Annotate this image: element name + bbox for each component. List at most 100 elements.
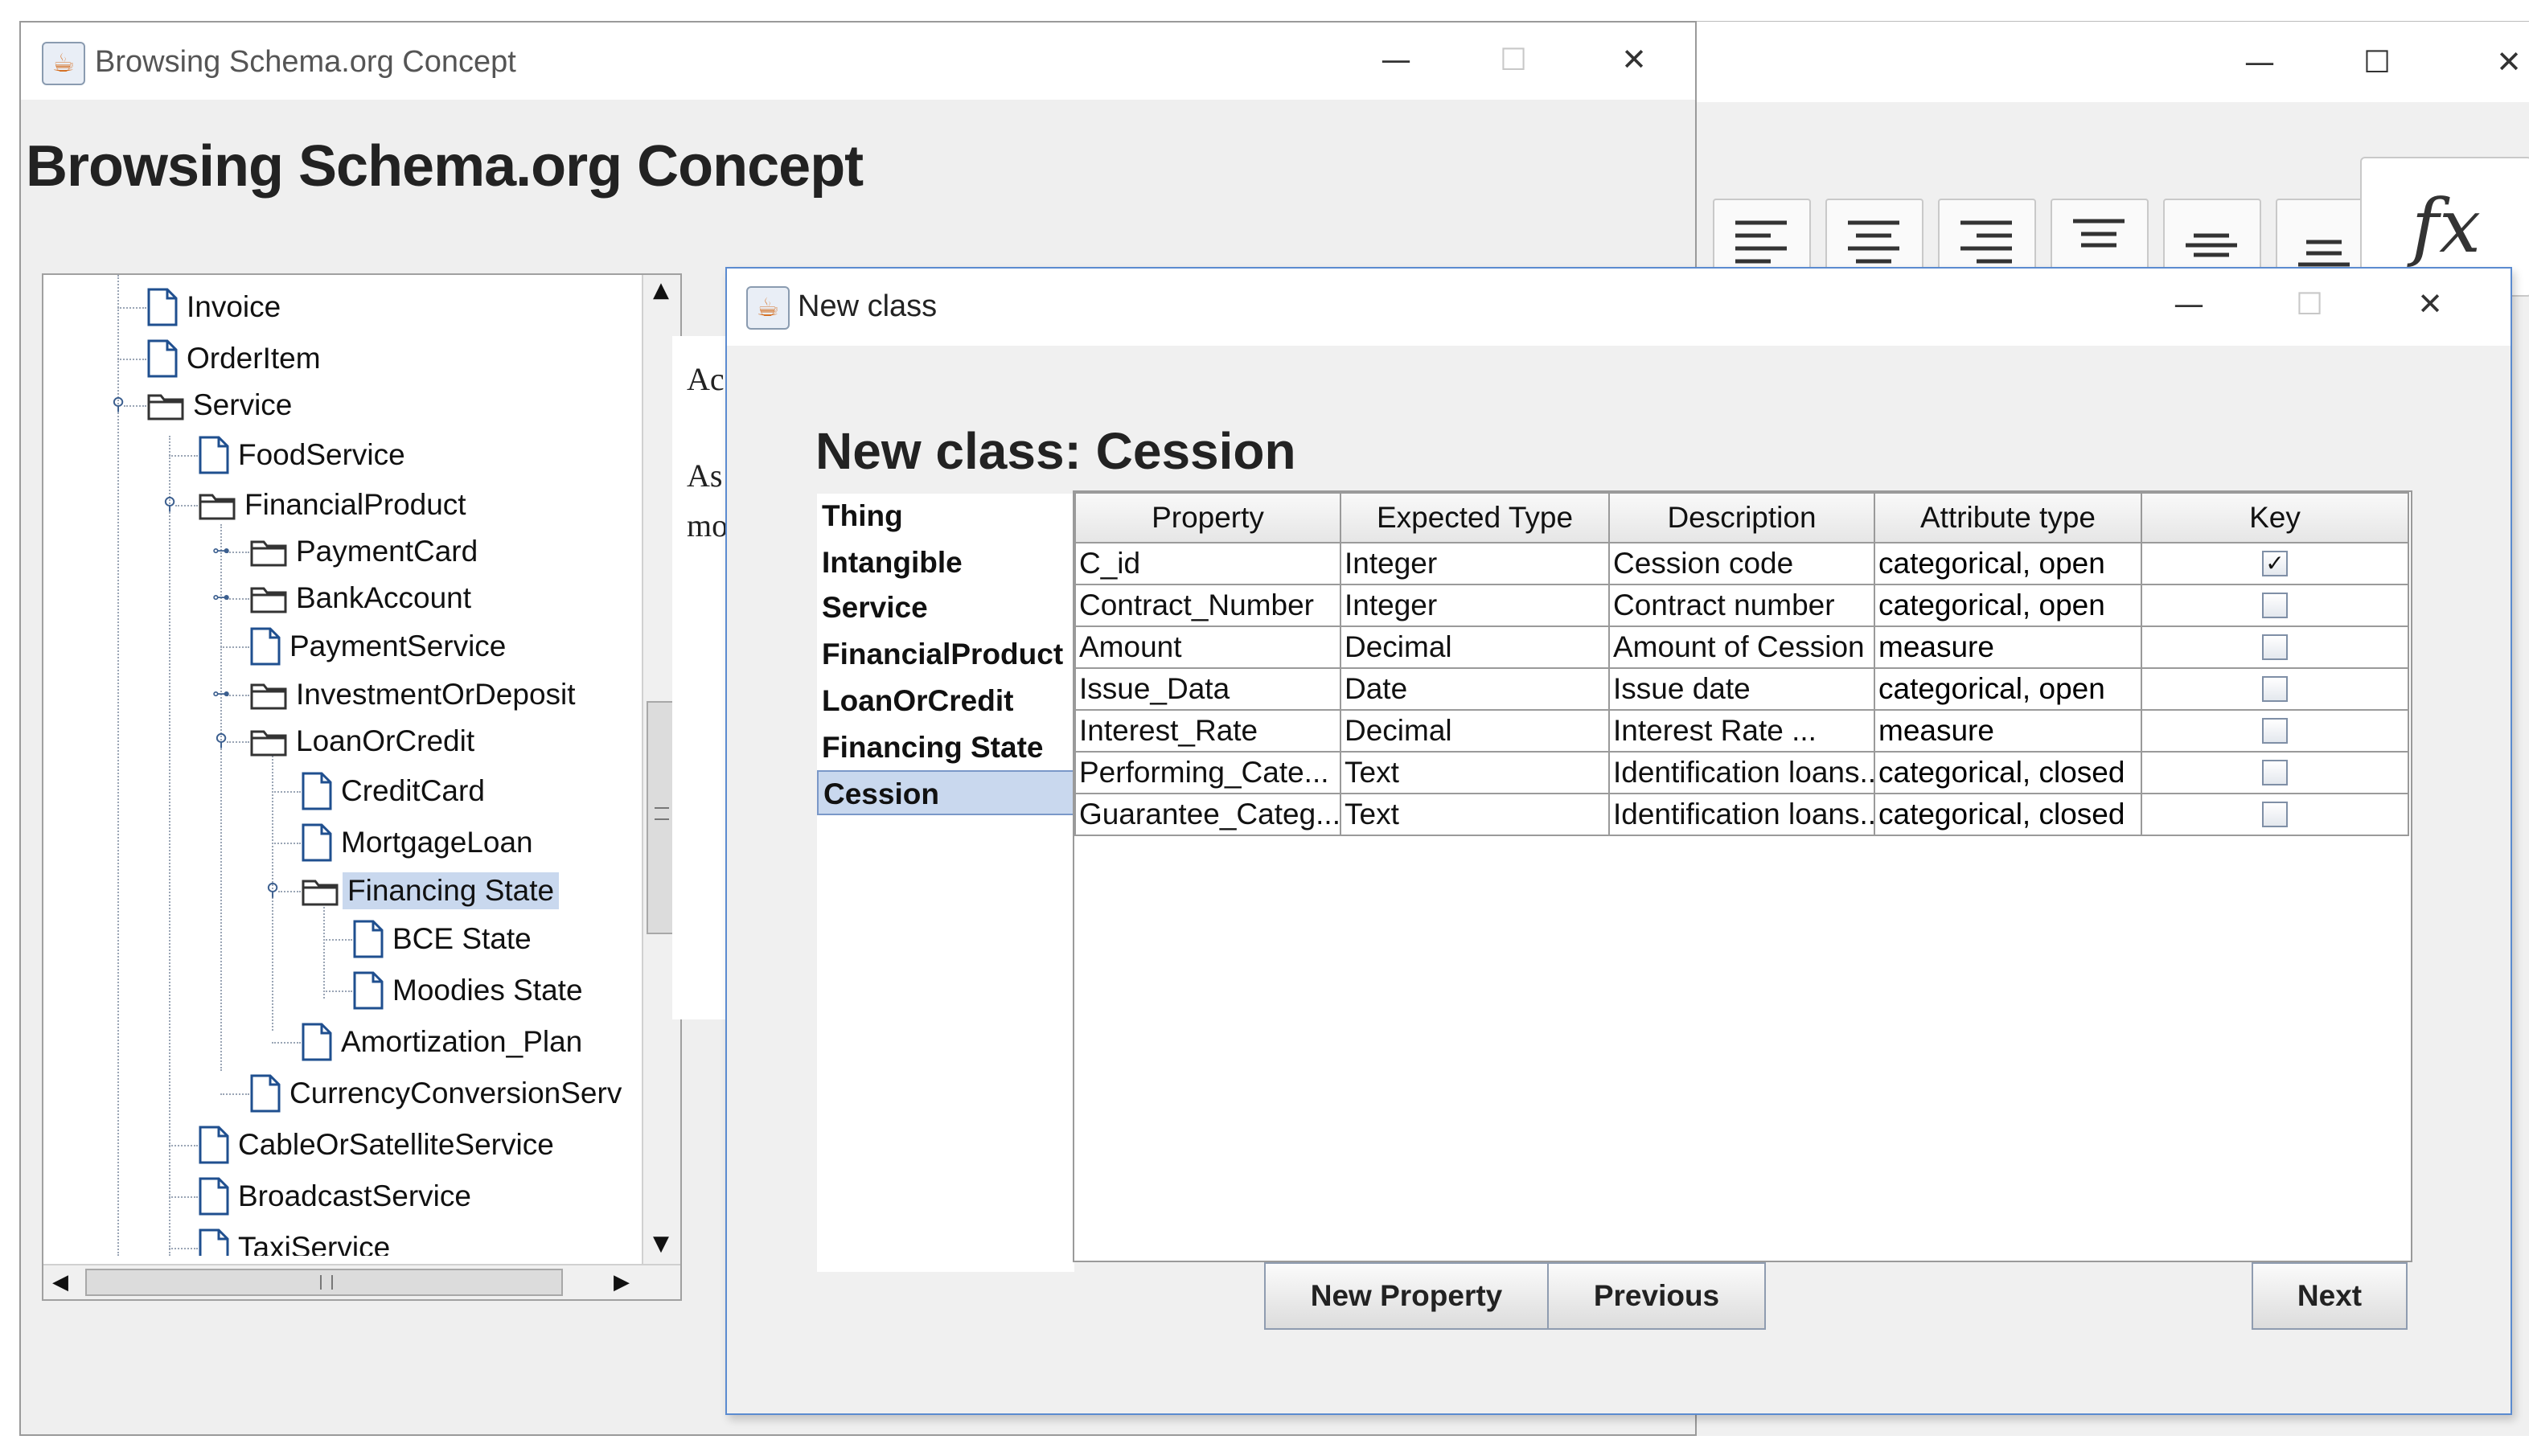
key-checkbox[interactable]	[2262, 593, 2288, 618]
close-icon[interactable]: ✕	[1610, 43, 1658, 76]
tree-item[interactable]: PaymentCard	[249, 529, 482, 574]
tree-item[interactable]: Moodies State	[352, 968, 588, 1013]
previous-button[interactable]: Previous	[1547, 1262, 1766, 1330]
minimize-icon[interactable]: —	[1372, 43, 1420, 76]
class-path-item[interactable]: Financing State	[817, 725, 1074, 770]
key-checkbox[interactable]	[2262, 676, 2288, 702]
class-path-item-selected[interactable]: Cession	[817, 770, 1074, 815]
class-path-item[interactable]: FinancialProduct	[817, 632, 1074, 677]
tree-item[interactable]: Amortization_Plan	[301, 1019, 587, 1064]
next-button[interactable]: Next	[2252, 1262, 2408, 1330]
document-icon	[302, 1023, 332, 1061]
expand-toggle-icon[interactable]: ⚲	[212, 732, 230, 750]
tree-item[interactable]: PaymentService	[249, 624, 511, 669]
description-cell[interactable]: Contract number	[1608, 584, 1875, 627]
horizontal-scrollbar[interactable]: ◀ ▶	[43, 1264, 680, 1299]
table-row[interactable]: Issue_Data Date Issue date categorical, …	[1074, 667, 2409, 711]
description-cell[interactable]: Identification loans...	[1608, 751, 1875, 794]
key-checkbox[interactable]	[2262, 634, 2288, 660]
concept-tree[interactable]: ⚲ ⚲ ⊶ ⊶ ⊶ ⚲ ⚲ Invoice OrderItem Service	[42, 273, 682, 1301]
table-row[interactable]: Performing_Cate... Text Identification l…	[1074, 751, 2409, 794]
type-cell[interactable]: Decimal	[1340, 625, 1610, 669]
expand-toggle-icon[interactable]: ⊶	[212, 543, 230, 560]
attribute-type-cell[interactable]: measure	[1874, 709, 2142, 753]
close-icon[interactable]: ✕	[2485, 46, 2529, 78]
expand-toggle-icon[interactable]: ⊶	[212, 686, 230, 703]
tree-item[interactable]: BCE State	[352, 917, 536, 962]
class-path-item[interactable]: Intangible	[817, 540, 1074, 585]
attribute-type-cell[interactable]: categorical, open	[1874, 584, 2142, 627]
table-row[interactable]: Interest_Rate Decimal Interest Rate ... …	[1074, 709, 2409, 753]
tree-item[interactable]: BankAccount	[249, 576, 476, 621]
tree-item[interactable]: CableOrSatelliteService	[198, 1122, 559, 1167]
expand-toggle-icon[interactable]: ⚲	[161, 496, 179, 514]
tree-item[interactable]: MortgageLoan	[301, 820, 538, 865]
property-cell[interactable]: Performing_Cate...	[1074, 751, 1341, 794]
scroll-left-icon[interactable]: ◀	[48, 1270, 72, 1294]
key-checkbox[interactable]	[2262, 718, 2288, 744]
column-header-attribute-type[interactable]: Attribute type	[1874, 492, 2142, 543]
property-cell[interactable]: C_id	[1074, 542, 1341, 585]
type-cell[interactable]: Decimal	[1340, 709, 1610, 753]
table-row[interactable]: Amount Decimal Amount of Cession measure	[1074, 625, 2409, 669]
attribute-type-cell[interactable]: categorical, closed	[1874, 751, 2142, 794]
minimize-icon[interactable]: —	[2165, 288, 2213, 320]
column-header-property[interactable]: Property	[1074, 492, 1341, 543]
description-cell[interactable]: Interest Rate ...	[1608, 709, 1875, 753]
type-cell[interactable]: Integer	[1340, 584, 1610, 627]
close-icon[interactable]: ✕	[2406, 288, 2454, 320]
expand-toggle-icon[interactable]: ⚲	[264, 882, 281, 900]
class-path-item[interactable]: Thing	[817, 494, 1074, 539]
property-cell[interactable]: Contract_Number	[1074, 584, 1341, 627]
attribute-type-cell[interactable]: categorical, open	[1874, 667, 2142, 711]
tree-item[interactable]: TaxiService	[198, 1225, 395, 1256]
column-header-expected-type[interactable]: Expected Type	[1340, 492, 1610, 543]
column-header-key[interactable]: Key	[2141, 492, 2409, 543]
tree-item[interactable]: FoodService	[198, 433, 410, 478]
minimize-icon[interactable]: —	[2235, 46, 2284, 78]
tree-item[interactable]: Service	[146, 383, 297, 428]
attribute-type-cell[interactable]: categorical, open	[1874, 542, 2142, 585]
tree-item[interactable]: LoanOrCredit	[249, 719, 479, 764]
key-checkbox[interactable]: ✓	[2262, 551, 2288, 576]
attribute-type-cell[interactable]: measure	[1874, 625, 2142, 669]
tree-item[interactable]: CurrencyConversionServ	[249, 1071, 626, 1116]
key-checkbox[interactable]	[2262, 760, 2288, 785]
class-path-item[interactable]: Service	[817, 585, 1074, 630]
type-cell[interactable]: Integer	[1340, 542, 1610, 585]
description-cell[interactable]: Identification loans...	[1608, 793, 1875, 836]
description-cell[interactable]: Issue date	[1608, 667, 1875, 711]
scroll-right-icon[interactable]: ▶	[610, 1270, 634, 1294]
scroll-down-icon[interactable]: ▼	[643, 1232, 679, 1256]
property-cell[interactable]: Guarantee_Categ...	[1074, 793, 1341, 836]
type-cell[interactable]: Text	[1340, 793, 1610, 836]
table-row[interactable]: Contract_Number Integer Contract number …	[1074, 584, 2409, 627]
attribute-type-cell[interactable]: categorical, closed	[1874, 793, 2142, 836]
table-row[interactable]: C_id Integer Cession code categorical, o…	[1074, 542, 2409, 585]
tree-item-selected[interactable]: Financing State	[301, 868, 560, 913]
property-cell[interactable]: Interest_Rate	[1074, 709, 1341, 753]
description-cell[interactable]: Cession code	[1608, 542, 1875, 585]
property-cell[interactable]: Amount	[1074, 625, 1341, 669]
tree-item[interactable]: CreditCard	[301, 769, 490, 814]
type-cell[interactable]: Text	[1340, 751, 1610, 794]
description-cell[interactable]: Amount of Cession	[1608, 625, 1875, 669]
maximize-icon[interactable]: ☐	[2353, 46, 2401, 78]
column-header-description[interactable]: Description	[1608, 492, 1875, 543]
property-cell[interactable]: Issue_Data	[1074, 667, 1341, 711]
scroll-up-icon[interactable]: ▲	[643, 278, 679, 302]
tree-item[interactable]: InvestmentOrDeposit	[249, 672, 581, 717]
table-row[interactable]: Guarantee_Categ... Text Identification l…	[1074, 793, 2409, 836]
tree-item[interactable]: FinancialProduct	[198, 482, 471, 527]
tree-item[interactable]: Invoice	[146, 285, 285, 330]
expand-toggle-icon[interactable]: ⚲	[109, 396, 127, 414]
new-property-button[interactable]: New Property	[1264, 1262, 1549, 1330]
tree-item[interactable]: OrderItem	[146, 336, 326, 381]
class-path-item[interactable]: LoanOrCredit	[817, 679, 1074, 724]
tree-item[interactable]: BroadcastService	[198, 1174, 476, 1219]
key-checkbox[interactable]	[2262, 802, 2288, 827]
expand-toggle-icon[interactable]: ⊶	[212, 589, 230, 607]
horizontal-scroll-thumb[interactable]	[85, 1269, 563, 1296]
type-cell[interactable]: Date	[1340, 667, 1610, 711]
class-path-list[interactable]: Thing Intangible Service FinancialProduc…	[817, 494, 1074, 1272]
